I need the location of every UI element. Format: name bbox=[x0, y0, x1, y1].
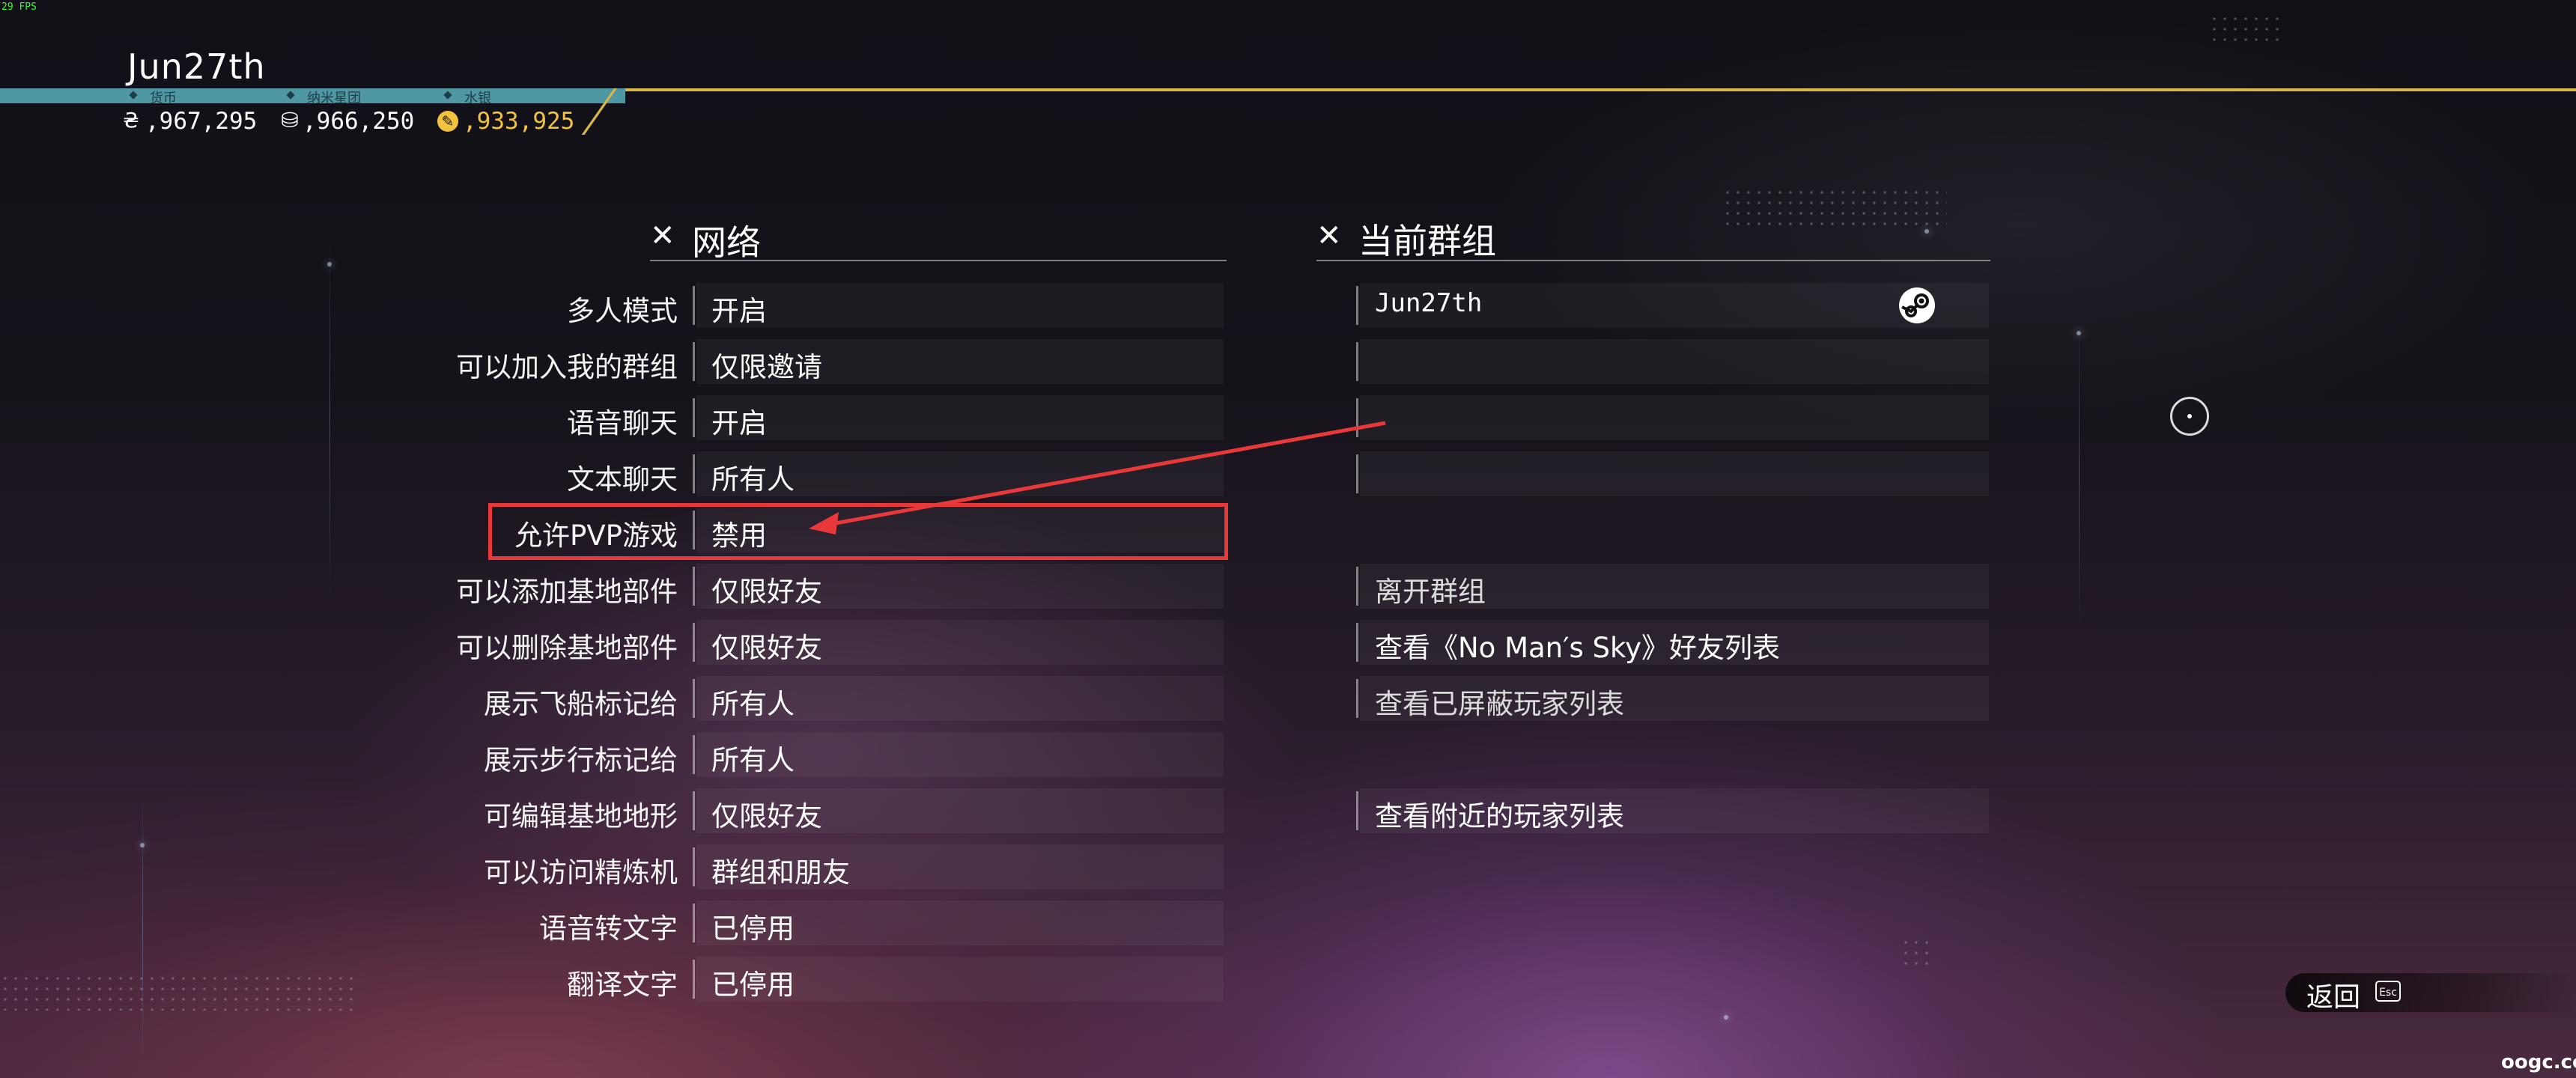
group-member-slot[interactable] bbox=[1360, 451, 1989, 496]
units-icon: ₴ bbox=[123, 108, 139, 133]
action-label: 查看已屏蔽玩家列表 bbox=[1375, 688, 1624, 720]
row-divider bbox=[1356, 454, 1358, 493]
quicksilver-value: ,933,925 bbox=[463, 108, 575, 135]
setting-value: 群组和朋友 bbox=[711, 856, 850, 889]
setting-label: 语音聊天 bbox=[567, 407, 678, 439]
dot-grid-decoration bbox=[2209, 13, 2284, 43]
star-decoration bbox=[2077, 331, 2081, 335]
setting-cell[interactable] bbox=[696, 395, 1224, 440]
units-value: ,967,295 bbox=[145, 108, 258, 135]
setting-label: 可以加入我的群组 bbox=[456, 351, 678, 383]
row-divider bbox=[693, 735, 695, 774]
row-divider bbox=[693, 342, 695, 381]
setting-label: 展示步行标记给 bbox=[484, 744, 678, 776]
pvp-highlight-box bbox=[488, 503, 1228, 560]
game-menu-screen: { "fps_counter": "29 FPS", "header": { "… bbox=[0, 0, 2576, 1078]
light-beam bbox=[2079, 314, 2080, 629]
setting-label: 语音转文字 bbox=[539, 913, 678, 945]
star-decoration bbox=[1724, 1015, 1728, 1020]
row-divider bbox=[693, 679, 695, 718]
setting-value: 所有人 bbox=[711, 688, 795, 720]
nanites-label: 纳米星团 bbox=[307, 91, 361, 106]
nanites-value: ,966,250 bbox=[303, 108, 415, 135]
setting-value: 仅限好友 bbox=[711, 576, 822, 608]
row-divider bbox=[1356, 623, 1358, 662]
row-divider bbox=[693, 847, 695, 886]
tools-icon: ✕ bbox=[1316, 219, 1342, 253]
star-decoration bbox=[140, 843, 145, 847]
setting-label: 可以添加基地部件 bbox=[456, 576, 678, 608]
setting-label: 可以删除基地部件 bbox=[456, 632, 678, 664]
row-divider bbox=[1356, 679, 1358, 718]
profile-name: Jun27th bbox=[127, 46, 266, 87]
row-divider bbox=[1356, 286, 1358, 325]
row-divider bbox=[693, 960, 695, 999]
quicksilver-label: 水银 bbox=[464, 91, 491, 106]
network-section-title: 网络 bbox=[692, 222, 761, 263]
setting-value: 仅限邀请 bbox=[711, 351, 822, 383]
units-label: 货币 bbox=[150, 91, 177, 106]
setting-value: 仅限好友 bbox=[711, 632, 822, 664]
star-decoration bbox=[327, 262, 332, 267]
group-member-name: Jun27th bbox=[1375, 288, 1483, 318]
nanites-icon: ⛁ bbox=[281, 108, 299, 133]
network-title-underline bbox=[650, 260, 1227, 261]
group-member-slot[interactable] bbox=[1360, 395, 1989, 440]
action-label: 查看《No Man′s Sky》好友列表 bbox=[1375, 632, 1781, 664]
setting-label: 文本聊天 bbox=[567, 463, 678, 496]
quicksilver-icon: ✎ bbox=[437, 111, 458, 132]
back-label[interactable]: 返回 bbox=[2306, 975, 2360, 1014]
group-section-title: 当前群组 bbox=[1358, 221, 1496, 261]
row-divider bbox=[693, 623, 695, 662]
watermark: oogc.cc bbox=[2501, 1051, 2576, 1074]
group-member-slot[interactable] bbox=[1360, 339, 1989, 384]
dot-grid-decoration bbox=[1901, 937, 1931, 967]
row-divider bbox=[693, 904, 695, 943]
setting-label: 展示飞船标记给 bbox=[484, 688, 678, 720]
row-divider bbox=[693, 286, 695, 325]
setting-value: 已停用 bbox=[711, 969, 795, 1001]
action-label: 查看附近的玩家列表 bbox=[1375, 800, 1624, 832]
tools-icon: ✕ bbox=[650, 219, 675, 253]
group-title-underline bbox=[1316, 260, 1990, 261]
cursor-crosshair-icon bbox=[2170, 397, 2209, 436]
row-divider bbox=[1356, 567, 1358, 606]
setting-label: 可以访问精炼机 bbox=[484, 856, 678, 889]
esc-key-icon: Esc bbox=[2375, 981, 2401, 1002]
setting-cell[interactable] bbox=[696, 283, 1224, 328]
setting-label: 翻译文字 bbox=[567, 969, 678, 1001]
setting-value: 仅限好友 bbox=[711, 800, 822, 832]
row-divider bbox=[693, 454, 695, 493]
action-label: 离开群组 bbox=[1375, 576, 1486, 608]
row-divider bbox=[1356, 342, 1358, 381]
setting-value: 已停用 bbox=[711, 913, 795, 945]
setting-value: 所有人 bbox=[711, 744, 795, 776]
dot-grid-decoration bbox=[1722, 187, 1947, 232]
row-divider bbox=[693, 791, 695, 830]
setting-value: 所有人 bbox=[711, 463, 795, 496]
steam-icon bbox=[1899, 287, 1935, 323]
row-divider bbox=[693, 567, 695, 606]
setting-value: 开启 bbox=[711, 407, 767, 439]
setting-label: 可编辑基地地形 bbox=[484, 800, 678, 832]
row-divider bbox=[1356, 398, 1358, 437]
row-divider bbox=[693, 398, 695, 437]
fps-counter: 29 FPS bbox=[1, 1, 37, 13]
row-divider bbox=[1356, 791, 1358, 830]
setting-value: 开启 bbox=[711, 295, 767, 327]
setting-label: 多人模式 bbox=[567, 295, 678, 327]
header-divider bbox=[625, 88, 2576, 91]
